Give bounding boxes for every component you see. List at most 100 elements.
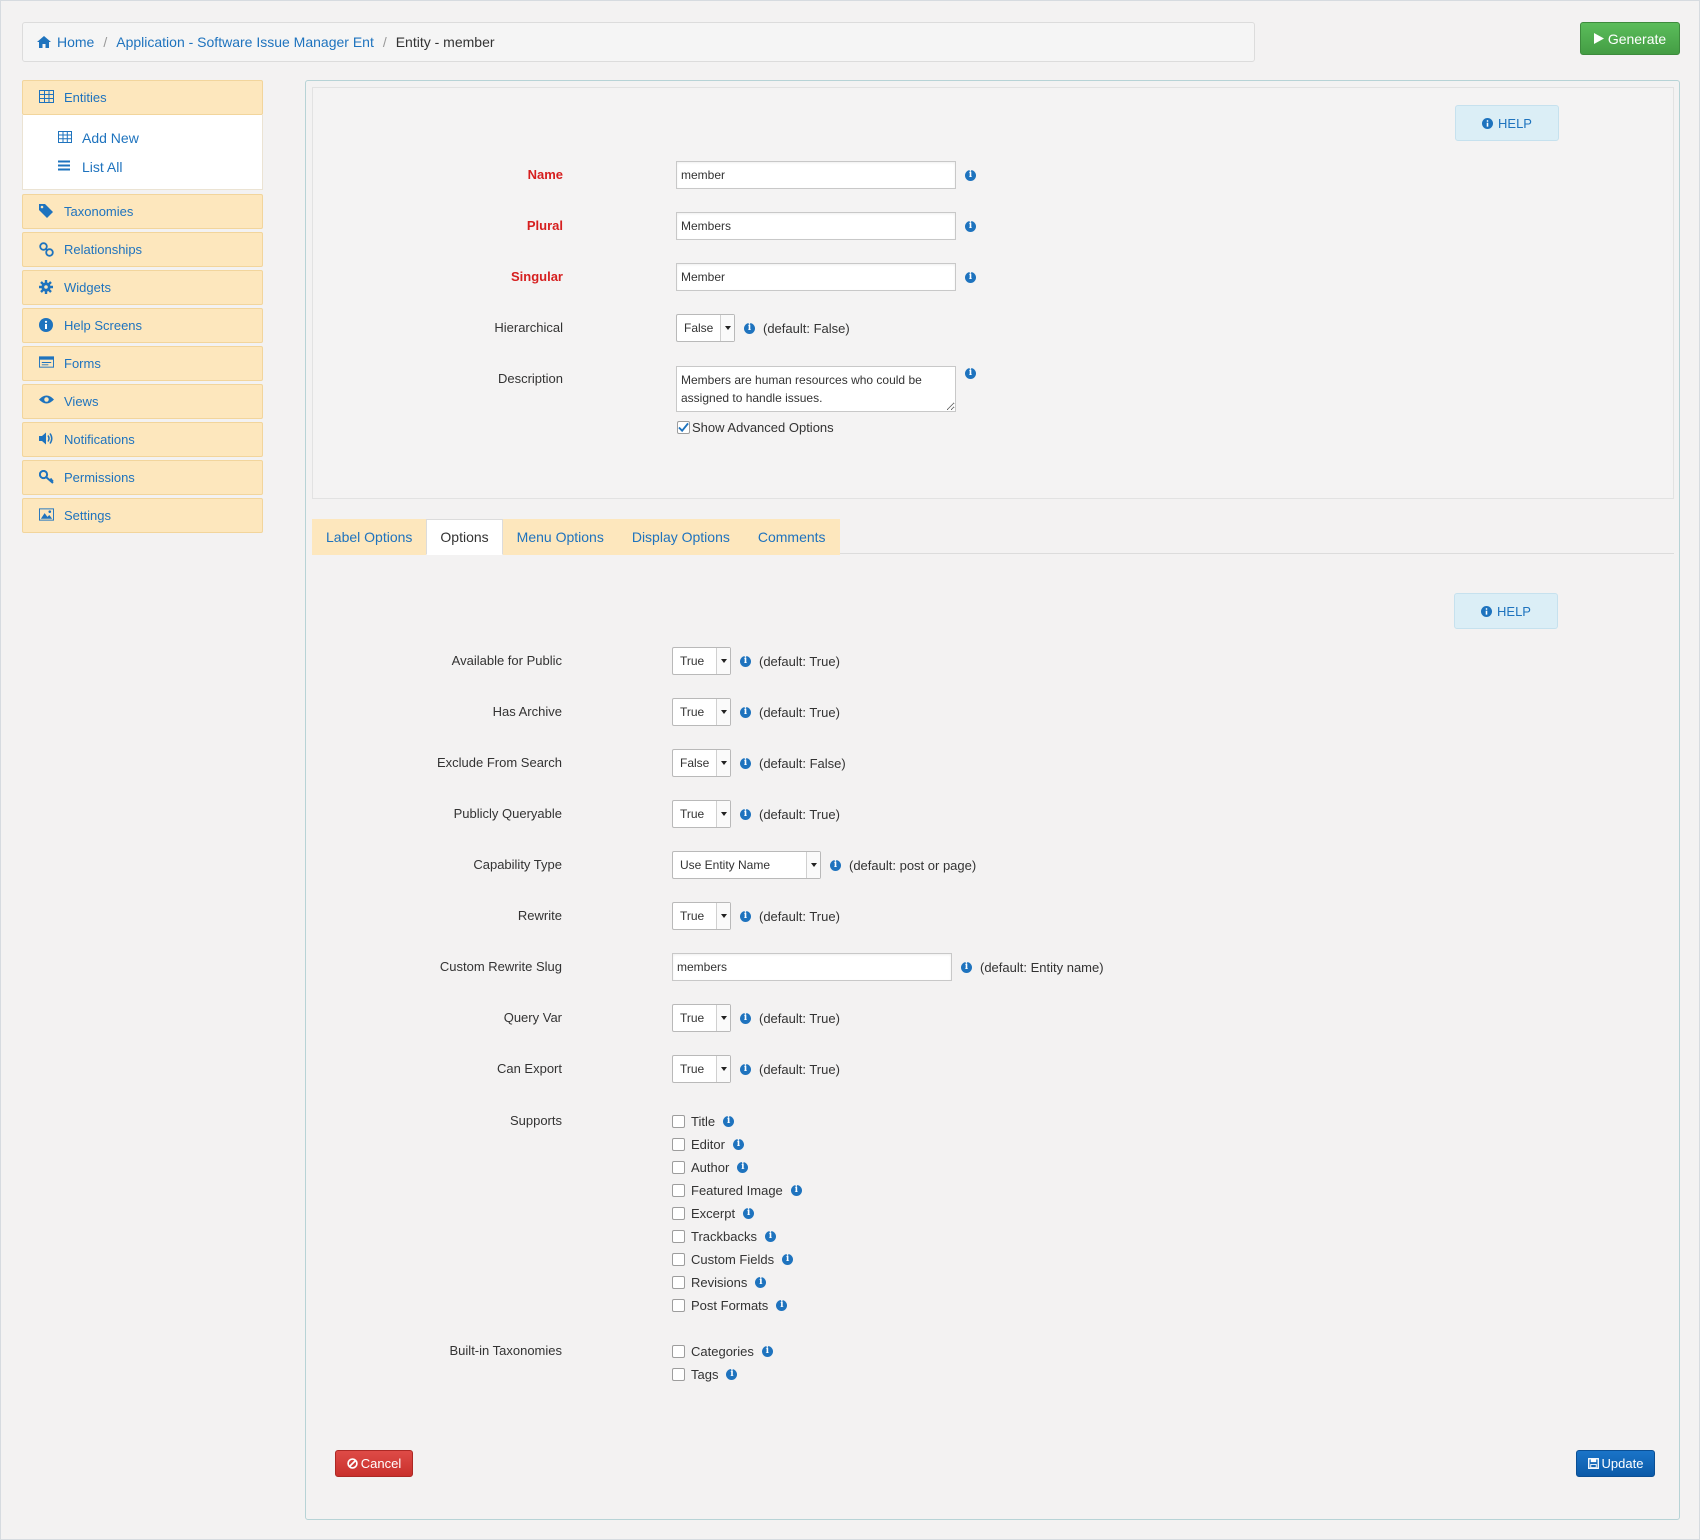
tab-options[interactable]: Options: [426, 519, 503, 555]
builtin-taxonomies-label: Built-in Taxonomies: [449, 1343, 562, 1358]
checkbox[interactable]: [672, 1253, 685, 1266]
available-public-select[interactable]: True: [672, 647, 731, 675]
info-icon[interactable]: i: [790, 1185, 802, 1196]
supports-custom-fields[interactable]: Custom Fields i: [672, 1248, 802, 1271]
can-export-group: True i (default: True): [672, 1055, 840, 1083]
taxonomy-tags[interactable]: Tags i: [672, 1363, 773, 1386]
taxonomy-categories[interactable]: Categories i: [672, 1340, 773, 1363]
hierarchical-select[interactable]: False: [676, 314, 735, 342]
name-input[interactable]: [676, 161, 956, 189]
info-icon[interactable]: i: [740, 757, 751, 769]
info-icon[interactable]: i: [737, 1162, 749, 1173]
info-icon[interactable]: i: [744, 322, 755, 334]
singular-input[interactable]: [676, 263, 956, 291]
info-icon[interactable]: i: [965, 169, 976, 181]
supports-featured-image[interactable]: Featured Image i: [672, 1179, 802, 1202]
query-var-select[interactable]: True: [672, 1004, 731, 1032]
breadcrumb-home[interactable]: Home: [37, 34, 94, 50]
generate-button[interactable]: Generate: [1580, 22, 1680, 55]
select-value: True: [680, 807, 705, 821]
advanced-options-checkbox[interactable]: [677, 420, 690, 434]
checkbox[interactable]: [672, 1207, 685, 1220]
help-button[interactable]: HELP: [1454, 593, 1558, 629]
exclude-search-select[interactable]: False: [672, 749, 731, 777]
breadcrumb-app[interactable]: Application - Software Issue Manager Ent: [116, 34, 374, 50]
supports-author[interactable]: Author i: [672, 1156, 802, 1179]
checkbox[interactable]: [672, 1368, 685, 1381]
checkbox[interactable]: [672, 1230, 685, 1243]
sidebar-item-settings[interactable]: Settings: [22, 498, 263, 533]
info-icon[interactable]: i: [761, 1346, 773, 1357]
checkbox-label: Post Formats: [691, 1298, 769, 1313]
info-icon[interactable]: i: [755, 1277, 767, 1288]
info-icon[interactable]: i: [740, 706, 751, 718]
advanced-options-toggle[interactable]: Show Advanced Options: [677, 415, 834, 439]
supports-title[interactable]: Title i: [672, 1110, 802, 1133]
checkbox[interactable]: [672, 1115, 685, 1128]
info-icon[interactable]: i: [965, 220, 976, 232]
info-circle-icon: [39, 318, 54, 333]
info-icon[interactable]: i: [726, 1369, 738, 1380]
capability-type-select[interactable]: Use Entity Name: [672, 851, 821, 879]
checkbox[interactable]: [672, 1276, 685, 1289]
sidebar-item-notifications[interactable]: Notifications: [22, 422, 263, 457]
info-icon[interactable]: i: [830, 859, 841, 871]
supports-revisions[interactable]: Revisions i: [672, 1271, 802, 1294]
info-icon[interactable]: i: [743, 1208, 755, 1219]
sidebar-item-add-new[interactable]: Add New: [58, 123, 262, 152]
info-icon[interactable]: i: [723, 1116, 735, 1127]
sidebar-item-taxonomies[interactable]: Taxonomies: [22, 194, 263, 229]
info-icon[interactable]: i: [961, 961, 972, 973]
supports-list: Title i Editor i Author i Featured Image i E…: [672, 1110, 802, 1317]
sidebar-item-permissions[interactable]: Permissions: [22, 460, 263, 495]
sidebar-item-help-screens[interactable]: Help Screens: [22, 308, 263, 343]
rewrite-slug-input[interactable]: [672, 953, 952, 981]
tab-comments[interactable]: Comments: [743, 519, 840, 555]
info-icon[interactable]: i: [764, 1231, 776, 1242]
sidebar-item-widgets[interactable]: Widgets: [22, 270, 263, 305]
info-icon[interactable]: i: [740, 1063, 751, 1075]
help-button[interactable]: HELP: [1455, 105, 1559, 141]
sidebar-item-views[interactable]: Views: [22, 384, 263, 419]
info-icon[interactable]: i: [965, 271, 976, 283]
supports-label: Supports: [509, 1113, 562, 1128]
sidebar-item-relationships[interactable]: Relationships: [22, 232, 263, 267]
tab-label-options[interactable]: Label Options: [312, 519, 427, 555]
can-export-select[interactable]: True: [672, 1055, 731, 1083]
publicly-queryable-select[interactable]: True: [672, 800, 731, 828]
rewrite-select[interactable]: True: [672, 902, 731, 930]
info-icon[interactable]: i: [782, 1254, 794, 1265]
checkbox[interactable]: [672, 1299, 685, 1312]
sidebar-item-label: Notifications: [64, 432, 135, 447]
description-textarea[interactable]: Members are human resources who could be…: [676, 366, 956, 412]
generate-button-label: Generate: [1607, 30, 1667, 47]
info-icon[interactable]: i: [740, 910, 751, 922]
info-icon[interactable]: i: [740, 808, 751, 820]
info-icon[interactable]: i: [776, 1300, 788, 1311]
sidebar-item-list-all[interactable]: List All: [58, 152, 262, 181]
supports-excerpt[interactable]: Excerpt i: [672, 1202, 802, 1225]
checkbox[interactable]: [672, 1161, 685, 1174]
key-icon: [39, 470, 54, 485]
checkbox[interactable]: [672, 1184, 685, 1197]
update-button[interactable]: Update: [1576, 1450, 1655, 1477]
supports-editor[interactable]: Editor i: [672, 1133, 802, 1156]
sidebar-item-entities[interactable]: Entities: [22, 80, 263, 115]
info-icon[interactable]: i: [965, 368, 976, 379]
supports-post-formats[interactable]: Post Formats i: [672, 1294, 802, 1317]
info-icon[interactable]: i: [740, 1012, 751, 1024]
breadcrumb-home-label: Home: [57, 34, 95, 50]
has-archive-select[interactable]: True: [672, 698, 731, 726]
info-icon[interactable]: i: [740, 655, 751, 667]
info-icon[interactable]: i: [732, 1139, 744, 1150]
tab-display-options[interactable]: Display Options: [617, 519, 744, 555]
sidebar-item-label: Permissions: [64, 470, 135, 485]
cancel-button[interactable]: Cancel: [335, 1450, 413, 1477]
supports-trackbacks[interactable]: Trackbacks i: [672, 1225, 802, 1248]
sidebar-item-forms[interactable]: Forms: [22, 346, 263, 381]
tab-menu-options[interactable]: Menu Options: [502, 519, 618, 555]
plural-input[interactable]: [676, 212, 956, 240]
checkbox[interactable]: [672, 1138, 685, 1151]
checkbox-label: Excerpt: [691, 1206, 736, 1221]
checkbox[interactable]: [672, 1345, 685, 1358]
